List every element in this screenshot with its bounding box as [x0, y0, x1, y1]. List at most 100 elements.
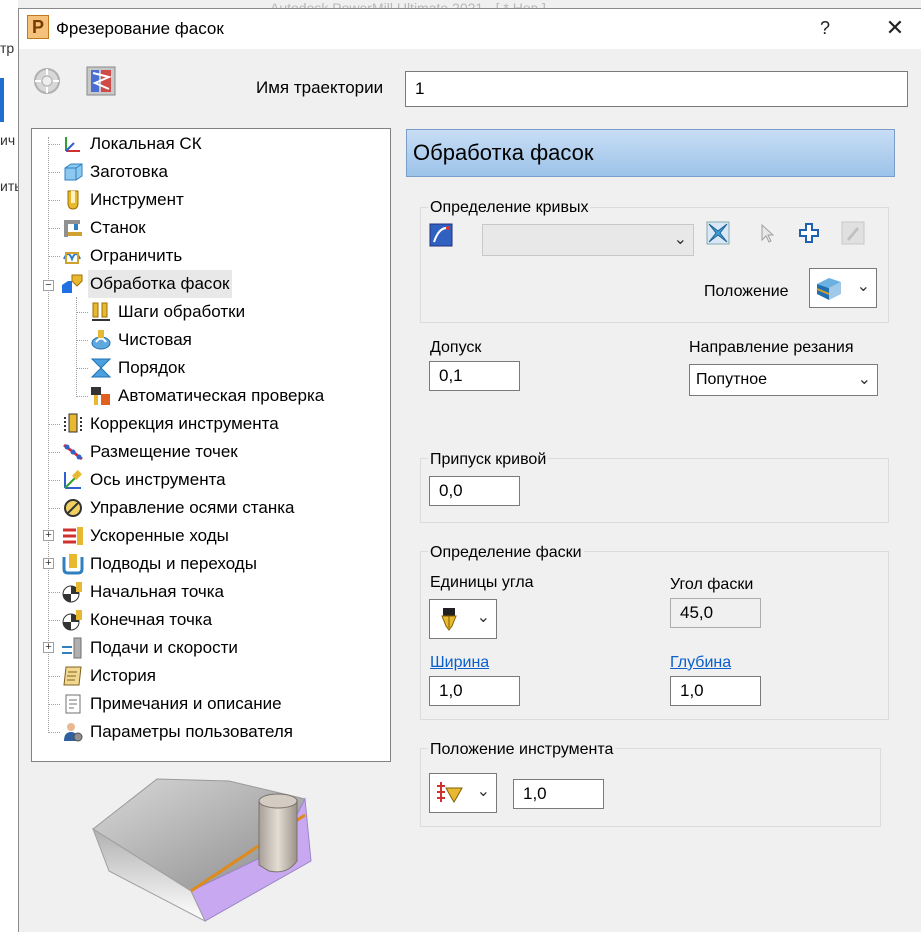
leads-links-icon — [62, 553, 84, 575]
trajectory-name-label: Имя траектории — [256, 78, 384, 97]
tree-connector — [48, 452, 60, 453]
feeds-speeds-icon — [62, 637, 84, 659]
limit-icon — [62, 245, 84, 267]
tree-item-label: Коррекция инструмента — [90, 414, 279, 433]
cut-direction-dropdown[interactable]: Попутное ⌄ — [689, 364, 878, 396]
tree-item-label: История — [90, 666, 156, 685]
notes-icon — [62, 693, 84, 715]
tree-connector — [48, 144, 60, 145]
tree-connector — [48, 676, 60, 677]
order-icon — [90, 357, 112, 379]
tree-item-label: Шаги обработки — [118, 302, 246, 321]
chevron-down-icon: ⌄ — [857, 371, 871, 388]
tolerance-input[interactable]: 0,1 — [429, 361, 520, 391]
tool-position-icon — [435, 780, 463, 806]
tree-connector — [48, 732, 60, 733]
width-input[interactable]: 1,0 — [429, 676, 520, 706]
user-params-icon — [62, 721, 84, 743]
powermill-app-icon: P — [27, 15, 49, 39]
tree-item-label: Ось инструмента — [90, 470, 226, 489]
pointer-select-icon[interactable] — [754, 221, 778, 245]
tree-item-label: Автоматическая проверка — [118, 386, 325, 405]
toolpath-preview-icon[interactable] — [85, 65, 117, 97]
expand-toggle[interactable]: + — [43, 558, 54, 569]
tool-icon — [62, 189, 84, 211]
tree-connector — [76, 312, 88, 313]
close-button[interactable]: ✕ — [875, 13, 915, 45]
add-curve-icon[interactable] — [797, 221, 821, 245]
strategy-tree: Локальная СК Заготовка Инструмент Станок… — [31, 128, 391, 762]
curve-allowance-input[interactable]: 0,0 — [429, 476, 520, 506]
chevron-down-icon: ⌄ — [673, 231, 687, 248]
tree-item-label: Управление осями станка — [90, 498, 295, 517]
finishing-icon — [90, 329, 112, 351]
steps-icon — [90, 301, 112, 323]
tool-position-dropdown[interactable]: ⌄ — [429, 773, 497, 813]
tree-item-label: Чистовая — [118, 330, 192, 349]
local-cs-icon — [62, 133, 84, 155]
chamfer-preview-image — [79, 771, 339, 932]
trajectory-name-input[interactable]: 1 — [405, 71, 908, 107]
tolerance-label: Допуск — [430, 339, 482, 356]
rapid-moves-icon — [62, 525, 84, 547]
tree-connector — [48, 620, 60, 621]
curve-select-icon[interactable] — [429, 223, 453, 247]
tree-item-label: Локальная СК — [90, 134, 202, 153]
tree-item-label: Размещение точек — [90, 442, 238, 461]
position-dropdown[interactable]: ⌄ — [809, 268, 877, 308]
history-icon — [62, 665, 84, 687]
tree-item-label: Инструмент — [90, 190, 184, 209]
chamfer-definition-title: Определение фаски — [428, 544, 584, 562]
depth-input[interactable]: 1,0 — [670, 676, 761, 706]
title-bar: P Фрезерование фасок ? ✕ — [19, 9, 921, 49]
tree-item-label: Параметры пользователя — [90, 722, 293, 741]
tree-item-label: Ограничить — [90, 246, 183, 265]
axis-control-icon — [62, 497, 84, 519]
tree-item-label: Конечная точка — [90, 610, 213, 629]
tree-connector — [76, 396, 88, 397]
cut-direction-value: Попутное — [696, 371, 768, 388]
tree-connector — [76, 340, 88, 341]
tool-position-title: Положение инструмента — [428, 741, 616, 759]
calculate-icon[interactable] — [31, 65, 63, 97]
width-link[interactable]: Ширина — [430, 654, 489, 672]
tree-connector — [48, 592, 60, 593]
background-text-fragment: тр — [0, 40, 15, 56]
tree-item-label: Подачи и скорости — [90, 638, 238, 657]
angle-units-dropdown[interactable]: ⌄ — [429, 599, 497, 639]
chevron-down-icon: ⌄ — [476, 609, 490, 626]
curve-editor-icon[interactable] — [706, 221, 730, 245]
help-button[interactable]: ? — [807, 13, 843, 45]
tree-connector — [48, 704, 60, 705]
tool-compensation-icon — [62, 413, 84, 435]
tree-connector — [48, 508, 60, 509]
chevron-down-icon: ⌄ — [856, 278, 870, 295]
dialog-title: Фрезерование фасок — [56, 19, 224, 38]
collapse-toggle[interactable]: − — [43, 280, 54, 291]
angle-units-label: Единицы угла — [430, 574, 534, 591]
pick-curve-icon[interactable] — [841, 221, 865, 245]
tool-position-input[interactable]: 1,0 — [513, 779, 604, 809]
chamfer-milling-dialog: P Фрезерование фасок ? ✕ Имя траектории … — [18, 8, 921, 932]
tree-item-label: Примечания и описание — [90, 694, 282, 713]
depth-link[interactable]: Глубина — [670, 654, 731, 672]
cut-direction-label: Направление резания — [689, 339, 854, 356]
curve-dropdown[interactable]: ⌄ — [482, 224, 694, 256]
tree-item-label: Обработка фасок — [88, 270, 232, 298]
position-icon — [815, 274, 843, 302]
machine-icon — [62, 217, 84, 239]
point-distribution-icon — [62, 441, 84, 463]
tree-item-label: Заготовка — [90, 162, 168, 181]
expand-toggle[interactable]: + — [43, 642, 54, 653]
tree-item-label: Станок — [90, 218, 146, 237]
chevron-down-icon: ⌄ — [476, 783, 490, 800]
chamfer-angle-input: 45,0 — [670, 598, 761, 628]
curve-definition-title: Определение кривых — [428, 199, 591, 217]
tree-item-label: Начальная точка — [90, 582, 225, 601]
expand-toggle[interactable]: + — [43, 530, 54, 541]
angle-units-icon — [436, 606, 462, 632]
tree-connector — [48, 228, 60, 229]
tree-connector — [48, 424, 60, 425]
background-text-fragment: ич — [0, 132, 16, 148]
end-point-icon — [62, 609, 84, 631]
